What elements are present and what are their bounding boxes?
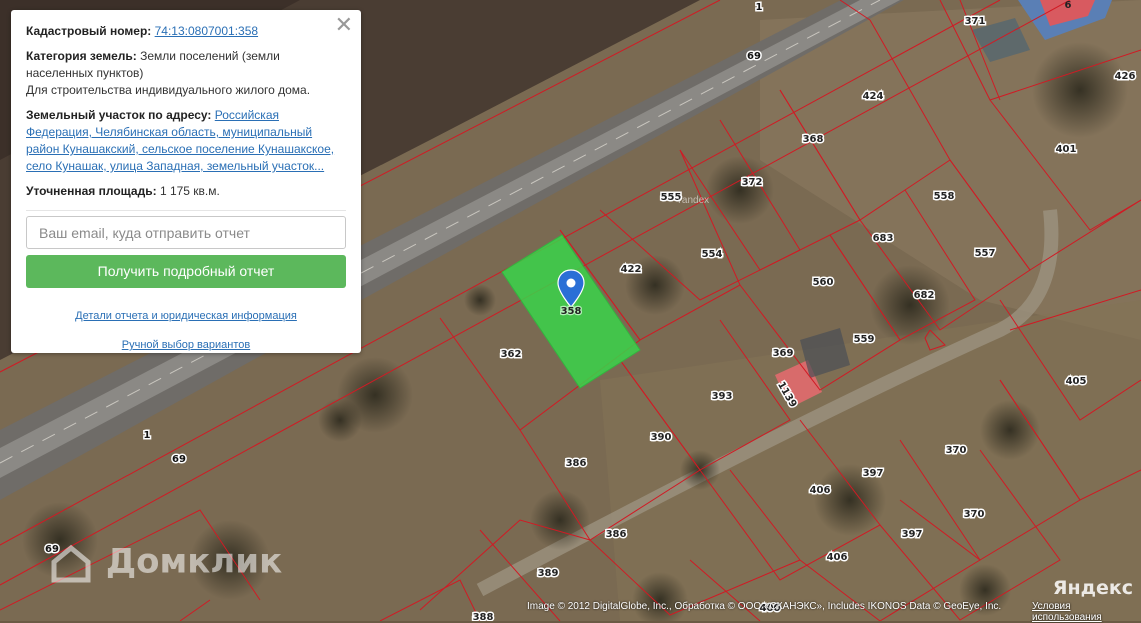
plot-label-371[interactable]: 371 <box>963 15 987 29</box>
map-faint-label: Yandex <box>676 195 710 206</box>
svg-text:557: 557 <box>975 248 996 259</box>
svg-text:389: 389 <box>538 568 559 579</box>
plot-label-401[interactable]: 401 <box>1054 143 1078 157</box>
email-input[interactable] <box>26 216 346 249</box>
plot-label-559[interactable]: 559 <box>852 333 876 347</box>
address-row: Земельный участок по адресу: Российская … <box>26 107 346 175</box>
plot-label-406[interactable]: 406 <box>808 484 832 498</box>
yandex-logo: Яндекс <box>1052 577 1133 599</box>
plot-label-390[interactable]: 390 <box>649 431 673 445</box>
get-report-button[interactable]: Получить подробный отчет <box>26 255 346 288</box>
svg-text:371: 371 <box>965 16 986 27</box>
svg-text:554: 554 <box>702 249 723 260</box>
svg-text:683: 683 <box>873 233 894 244</box>
svg-text:406: 406 <box>827 552 848 563</box>
area-label: Уточненная площадь: <box>26 184 157 198</box>
svg-text:405: 405 <box>1066 376 1087 387</box>
svg-text:369: 369 <box>773 348 794 359</box>
svg-text:390: 390 <box>651 432 672 443</box>
close-icon[interactable]: ✕ <box>335 15 353 37</box>
svg-text:370: 370 <box>946 445 967 456</box>
svg-text:362: 362 <box>501 349 522 360</box>
plot-label-554[interactable]: 554 <box>700 248 724 262</box>
plot-label-558[interactable]: 558 <box>932 190 956 204</box>
domclick-logo-icon <box>51 544 91 583</box>
svg-text:424: 424 <box>863 91 884 102</box>
plot-label-426[interactable]: 426 <box>1113 70 1137 84</box>
road-label-69: 69 <box>172 454 186 465</box>
svg-text:406: 406 <box>810 485 831 496</box>
building-label: 6 <box>1065 0 1072 11</box>
watermark-text: Домклик <box>105 541 283 582</box>
plot-label-362[interactable]: 362 <box>499 348 523 362</box>
plot-label-369[interactable]: 369 <box>771 347 795 361</box>
svg-text:386: 386 <box>566 458 587 469</box>
svg-text:401: 401 <box>1056 144 1077 155</box>
plot-label-683[interactable]: 683 <box>871 232 895 246</box>
svg-text:397: 397 <box>902 529 923 540</box>
parcel-info-panel: ✕ Кадастровый номер: 74:13:0807001:358 К… <box>11 10 361 353</box>
cadastral-number-link[interactable]: 74:13:0807001:358 <box>155 24 258 38</box>
address-label: Земельный участок по адресу: <box>26 108 212 122</box>
plot-label-372[interactable]: 372 <box>740 176 764 190</box>
svg-text:388: 388 <box>473 612 494 621</box>
purpose-text: Для строительства индивидуального жилого… <box>26 83 311 97</box>
domclick-watermark: Домклик <box>48 540 282 586</box>
plot-label-405[interactable]: 405 <box>1064 375 1088 389</box>
svg-text:386: 386 <box>606 529 627 540</box>
plot-label-393[interactable]: 393 <box>710 390 734 404</box>
plot-label-386[interactable]: 386 <box>604 528 628 542</box>
plot-label-370[interactable]: 370 <box>944 444 968 458</box>
area-value: 1 175 кв.м. <box>159 184 220 198</box>
road-label-1: 1 <box>144 430 151 441</box>
plot-label-368[interactable]: 368 <box>801 133 825 147</box>
category-label: Категория земель: <box>26 49 137 63</box>
svg-text:397: 397 <box>863 468 884 479</box>
svg-text:370: 370 <box>964 509 985 520</box>
cadastral-label: Кадастровый номер: <box>26 24 152 38</box>
svg-text:560: 560 <box>813 277 834 288</box>
area-row: Уточненная площадь: 1 175 кв.м. <box>26 183 346 200</box>
svg-text:372: 372 <box>742 177 763 188</box>
panel-divider <box>26 210 346 211</box>
svg-text:368: 368 <box>803 134 824 145</box>
svg-text:426: 426 <box>1115 71 1136 82</box>
plot-label-388[interactable]: 388 <box>471 611 495 622</box>
plot-label-422[interactable]: 422 <box>619 263 643 277</box>
plot-label-397[interactable]: 397 <box>861 467 885 481</box>
svg-text:422: 422 <box>621 264 642 275</box>
plot-label-389[interactable]: 389 <box>536 567 560 581</box>
plot-label-557[interactable]: 557 <box>973 247 997 261</box>
plot-label-397[interactable]: 397 <box>900 528 924 542</box>
report-details-link[interactable]: Детали отчета и юридическая информация <box>26 308 346 325</box>
road-label-69: 69 <box>747 51 761 62</box>
svg-text:393: 393 <box>712 391 733 402</box>
category-row: Категория земель: Земли поселений (земли… <box>26 48 346 99</box>
plot-label-560[interactable]: 560 <box>811 276 835 290</box>
selected-plot-label[interactable]: 358 <box>559 305 582 319</box>
plot-label-424[interactable]: 424 <box>861 90 885 104</box>
plot-label-406[interactable]: 406 <box>825 551 849 565</box>
svg-text:559: 559 <box>854 334 875 345</box>
manual-selection-link[interactable]: Ручной выбор вариантов <box>26 337 346 354</box>
cadastral-row: Кадастровый номер: 74:13:0807001:358 <box>26 23 346 40</box>
plot-label-682[interactable]: 682 <box>912 289 936 303</box>
terms-of-use-link[interactable]: Условия использования <box>1032 601 1141 623</box>
map-copyright: Image © 2012 DigitalGlobe, Inc., Обработ… <box>527 601 1002 612</box>
plot-label-386[interactable]: 386 <box>564 457 588 471</box>
road-label-1: 1 <box>756 2 763 13</box>
plot-label-370[interactable]: 370 <box>962 508 986 522</box>
svg-text:558: 558 <box>934 191 955 202</box>
svg-text:682: 682 <box>914 290 935 301</box>
